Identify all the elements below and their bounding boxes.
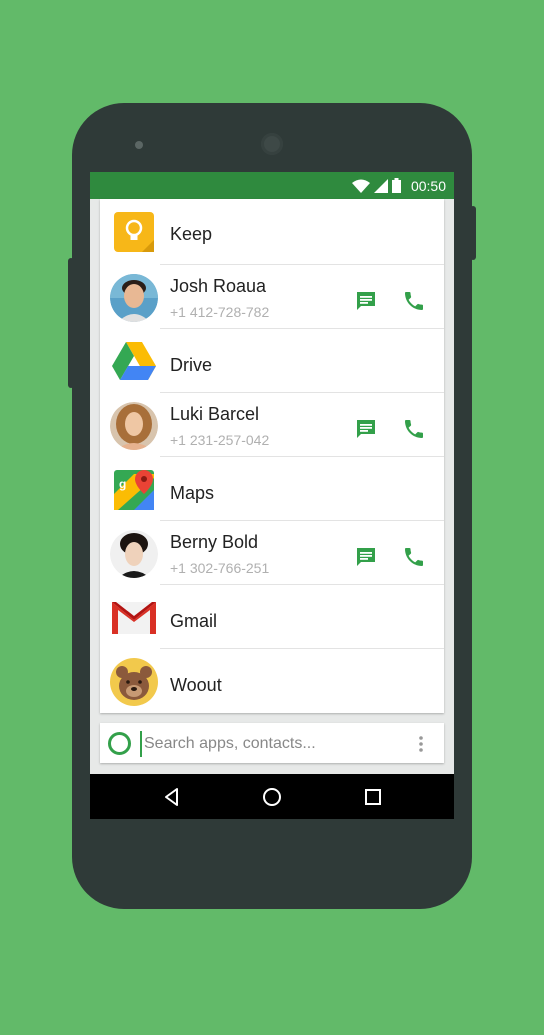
overflow-menu-icon[interactable] xyxy=(418,735,424,753)
drive-icon xyxy=(112,342,156,380)
phone-icon[interactable] xyxy=(402,417,426,441)
phone-icon[interactable] xyxy=(402,545,426,569)
search-logo-icon xyxy=(108,732,131,755)
wifi-icon xyxy=(351,179,370,193)
search-input[interactable] xyxy=(140,731,406,757)
signal-icon xyxy=(373,178,388,193)
back-icon[interactable] xyxy=(161,786,183,808)
search-bar[interactable] xyxy=(100,723,444,763)
status-bar: 00:50 xyxy=(90,172,454,199)
message-icon[interactable] xyxy=(354,289,378,313)
gmail-icon xyxy=(112,602,156,634)
phone-icon[interactable] xyxy=(402,289,426,313)
message-icon[interactable] xyxy=(354,545,378,569)
recents-icon[interactable] xyxy=(362,786,384,808)
bear-icon xyxy=(110,658,158,706)
avatar xyxy=(110,530,158,578)
contact-phone: +1 231-257-042 xyxy=(170,432,270,448)
list-item-gmail[interactable]: Gmail xyxy=(100,586,444,649)
list-item-drive[interactable]: Drive xyxy=(100,330,444,393)
contact-name: Josh Roaua xyxy=(170,276,267,296)
list-item-contact[interactable]: Luki Barcel +1 231-257-042 xyxy=(100,394,444,457)
list-item-keep[interactable]: Keep xyxy=(100,202,444,265)
item-name: Woout xyxy=(170,675,222,695)
phone-screen: 00:50 Keep Josh Roaua +1 412-728-782 Dri… xyxy=(90,172,454,819)
maps-icon: g xyxy=(114,470,154,510)
navigation-bar xyxy=(90,774,454,819)
keep-icon xyxy=(114,212,154,252)
avatar xyxy=(110,402,158,450)
message-icon[interactable] xyxy=(354,417,378,441)
sensor-dot xyxy=(135,141,143,149)
item-name: Maps xyxy=(170,483,215,503)
results-list: Keep Josh Roaua +1 412-728-782 Drive Luk… xyxy=(100,199,444,713)
contact-name: Berny Bold xyxy=(170,532,259,552)
status-time: 00:50 xyxy=(410,177,446,194)
list-item-maps[interactable]: g Maps xyxy=(100,458,444,521)
list-item-woout[interactable]: Woout xyxy=(100,650,444,713)
list-item-contact[interactable]: Josh Roaua +1 412-728-782 xyxy=(100,266,444,329)
item-name: Keep xyxy=(170,224,213,244)
svg-text:g: g xyxy=(119,477,126,491)
list-item-contact[interactable]: Berny Bold +1 302-766-251 xyxy=(100,522,444,585)
contact-phone: +1 412-728-782 xyxy=(170,304,270,320)
avatar xyxy=(110,274,158,322)
battery-icon xyxy=(391,178,401,193)
contact-name: Luki Barcel xyxy=(170,404,260,424)
front-camera xyxy=(261,133,283,155)
item-name: Drive xyxy=(170,355,213,375)
item-name: Gmail xyxy=(170,611,218,631)
home-icon[interactable] xyxy=(261,786,283,808)
contact-phone: +1 302-766-251 xyxy=(170,560,270,576)
